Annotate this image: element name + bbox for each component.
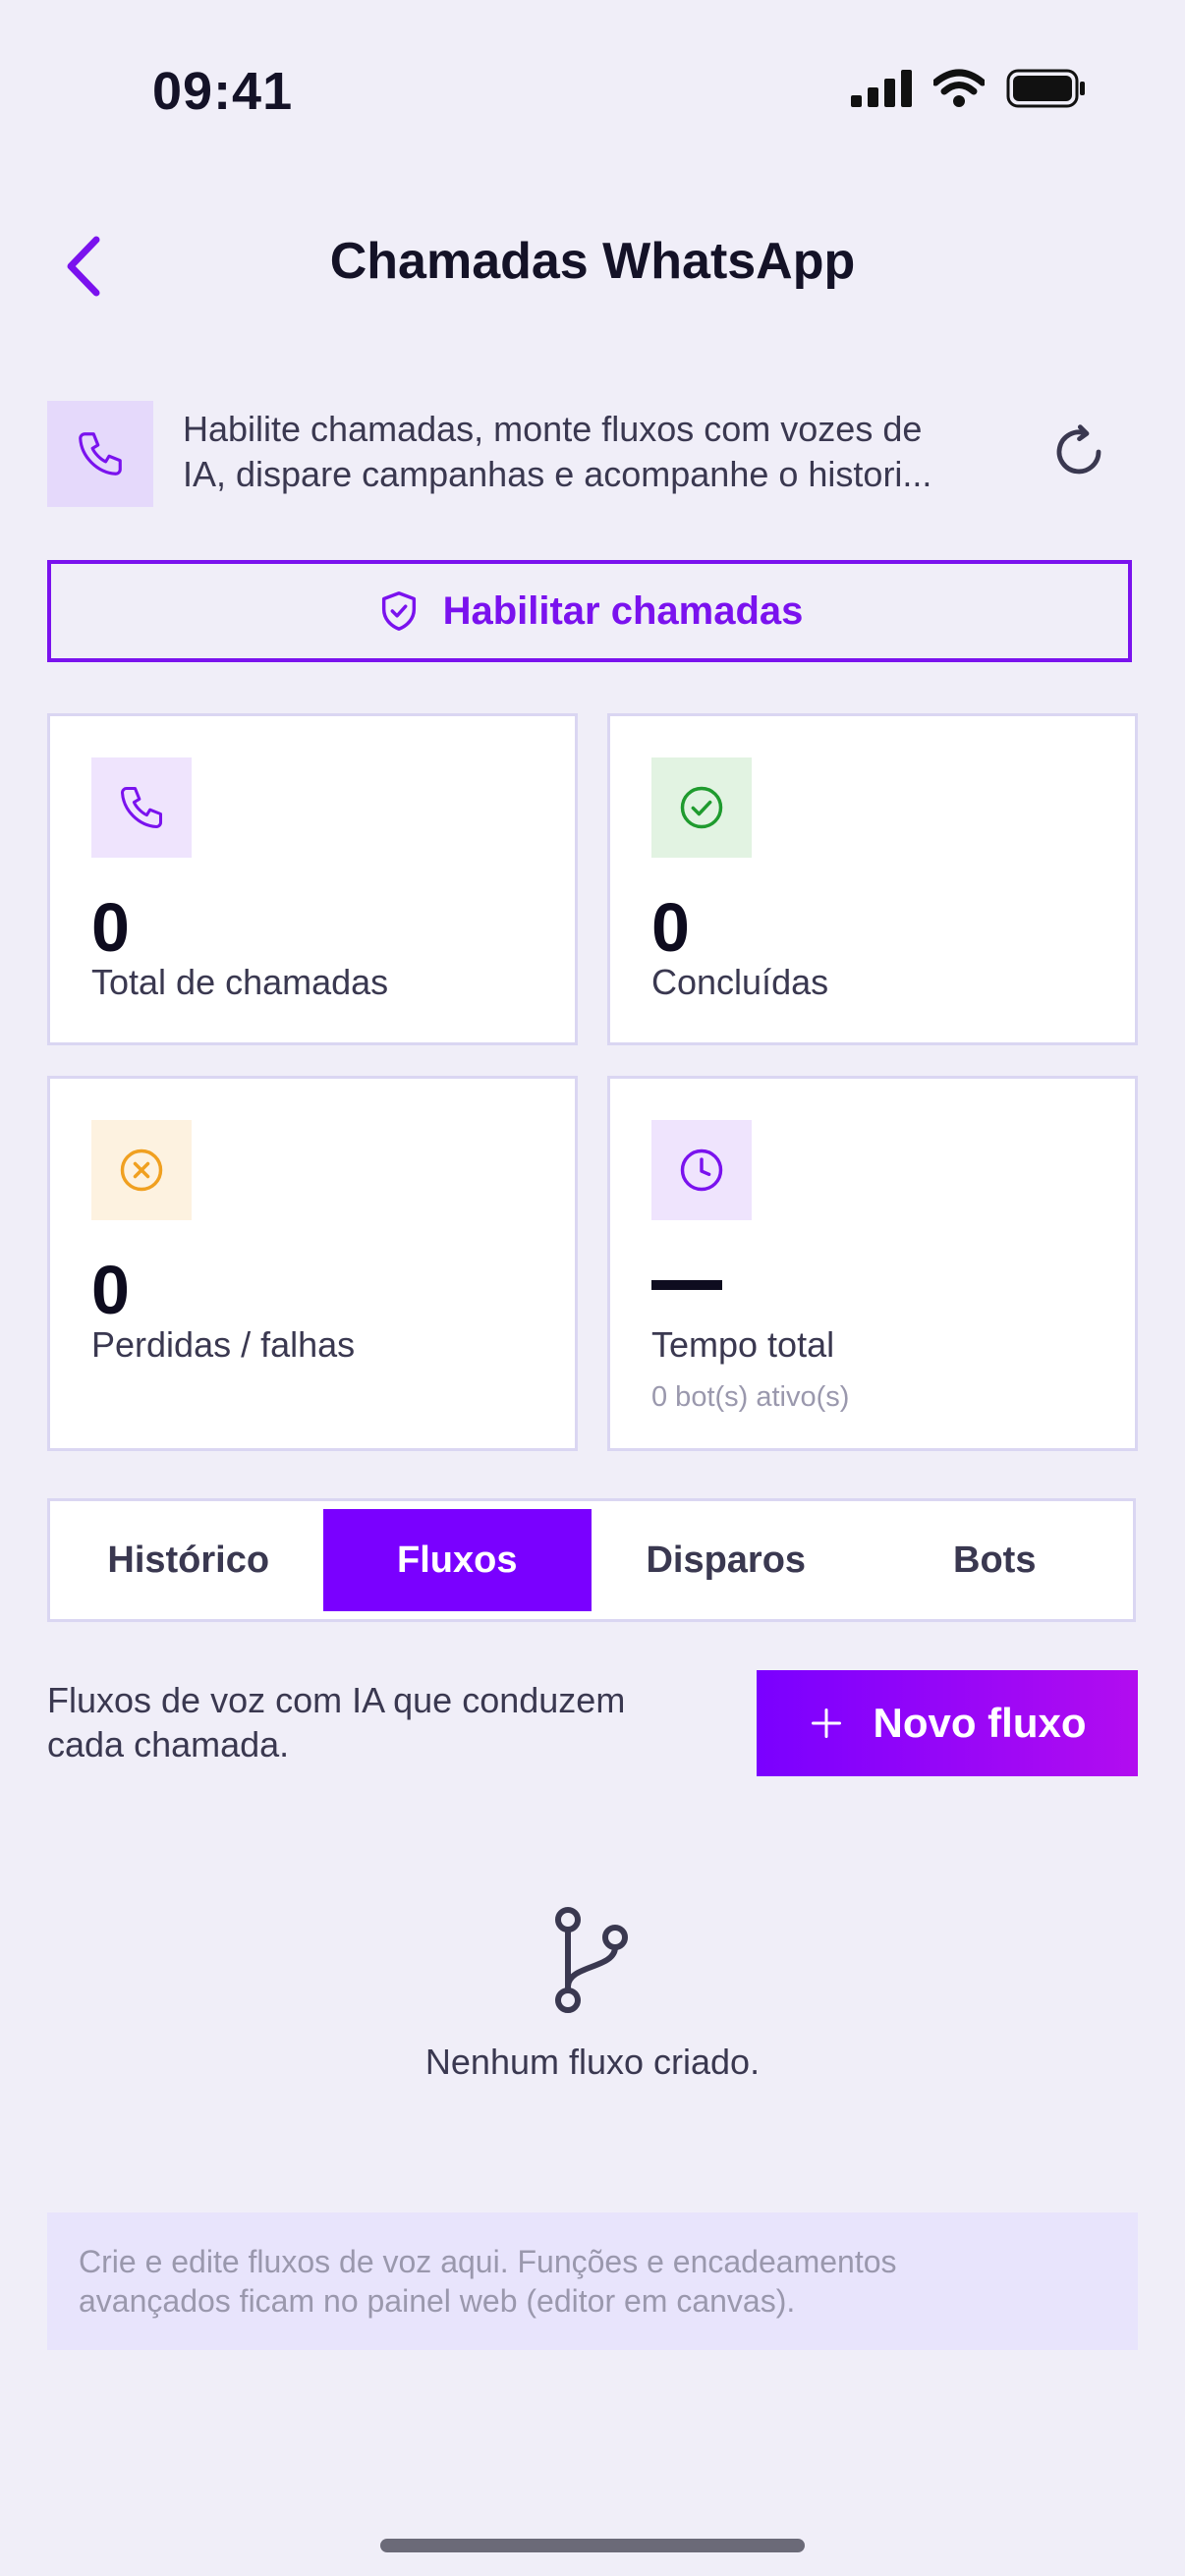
- clock-icon-badge: [651, 1120, 752, 1220]
- plus-icon: [811, 1708, 841, 1738]
- clock-icon: [680, 1148, 723, 1192]
- page-title: Chamadas WhatsApp: [329, 233, 856, 290]
- status-time: 09:41: [152, 62, 294, 121]
- stat-value: 0: [91, 889, 130, 966]
- info-note-line-1: Crie e edite fluxos de voz aqui. Funções…: [79, 2244, 897, 2279]
- stat-label: Perdidas / falhas: [91, 1324, 356, 1365]
- battery-icon: [1006, 69, 1085, 108]
- git-branch-icon: [550, 1906, 635, 2014]
- intro-line-1: Habilite chamadas, monte fluxos com voze…: [183, 409, 923, 449]
- x-circle-icon: [120, 1148, 163, 1192]
- shield-check-icon: [381, 591, 416, 631]
- tab-fluxos[interactable]: Fluxos: [322, 1509, 592, 1611]
- status-icons: [851, 69, 1087, 108]
- stat-label: Total de chamadas: [91, 962, 389, 1002]
- stat-card-completed: 0 Concluídas: [607, 713, 1138, 1045]
- home-indicator[interactable]: [380, 2539, 805, 2552]
- intro-phone-badge: [47, 401, 153, 507]
- phone-icon: [120, 786, 163, 829]
- intro-description: Habilite chamadas, monte fluxos com voze…: [183, 407, 988, 497]
- stat-sublabel: 0 bot(s) ativo(s): [651, 1381, 850, 1413]
- wifi-icon: [933, 69, 985, 107]
- tab-bots[interactable]: Bots: [861, 1509, 1130, 1611]
- stat-value: 0: [651, 889, 690, 966]
- enable-calls-button[interactable]: Habilitar chamadas: [47, 560, 1132, 662]
- info-note-line-2: avançados ficam no painel web (editor em…: [79, 2283, 796, 2319]
- phone-icon: [79, 432, 122, 476]
- stat-card-total-time: — Tempo total 0 bot(s) ativo(s): [607, 1076, 1138, 1451]
- refresh-button[interactable]: [1047, 420, 1110, 483]
- stat-label: Concluídas: [651, 962, 829, 1002]
- tab-disparos[interactable]: Disparos: [592, 1509, 861, 1611]
- phone-icon-badge: [91, 757, 192, 858]
- new-flow-button[interactable]: Novo fluxo: [757, 1670, 1138, 1776]
- flows-description-line-1: Fluxos de voz com IA que conduzem: [47, 1680, 626, 1720]
- tab-bar: Histórico Fluxos Disparos Bots: [47, 1498, 1136, 1622]
- flows-description-line-2: cada chamada.: [47, 1724, 290, 1764]
- stat-value-empty: —: [651, 1280, 722, 1290]
- stat-card-total-calls: 0 Total de chamadas: [47, 713, 578, 1045]
- new-flow-label: Novo fluxo: [873, 1700, 1087, 1746]
- stat-value: 0: [91, 1252, 130, 1328]
- x-icon-badge: [91, 1120, 192, 1220]
- enable-calls-label: Habilitar chamadas: [442, 588, 804, 633]
- empty-state-text: Nenhum fluxo criado.: [424, 2042, 761, 2082]
- info-note: Crie e edite fluxos de voz aqui. Funções…: [47, 2212, 1138, 2350]
- refresh-icon: [1056, 424, 1101, 475]
- flows-description: Fluxos de voz com IA que conduzem cada c…: [47, 1678, 696, 1766]
- stat-label: Tempo total: [651, 1324, 835, 1365]
- signal-icon: [851, 70, 912, 107]
- check-circle-icon: [680, 786, 723, 829]
- intro-line-2: IA, dispare campanhas e acompanhe o hist…: [183, 454, 932, 494]
- tab-historico[interactable]: Histórico: [54, 1509, 323, 1611]
- check-icon-badge: [651, 757, 752, 858]
- stat-card-missed: 0 Perdidas / falhas: [47, 1076, 578, 1451]
